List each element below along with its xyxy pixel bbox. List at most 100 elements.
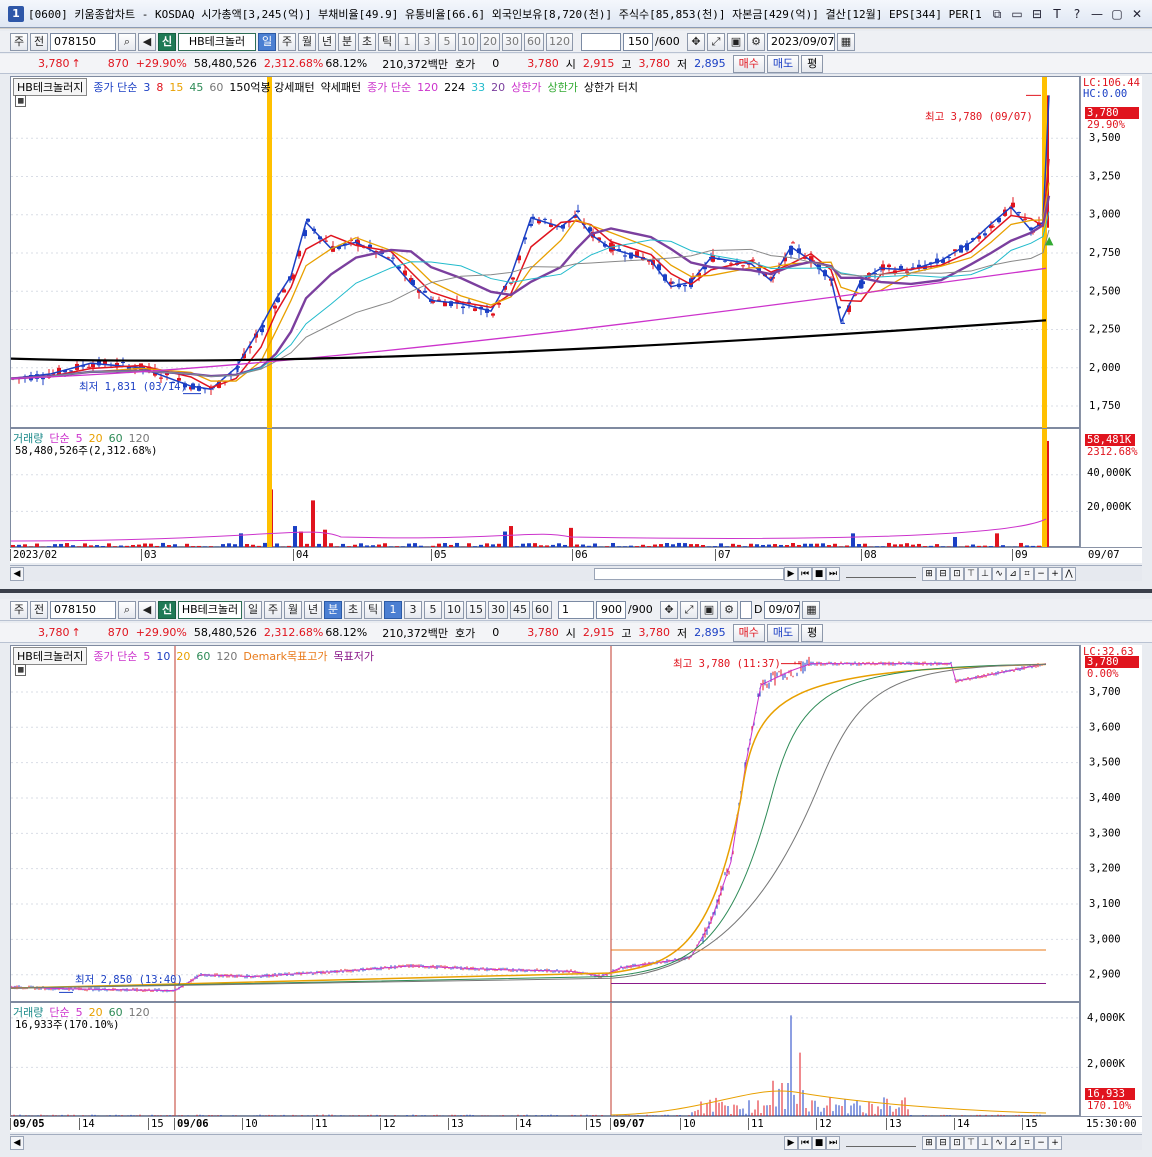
period-week[interactable]: 주 (278, 32, 296, 51)
draw-tool-icon[interactable]: ⤢ (707, 32, 725, 51)
minute-volume-chart[interactable]: 거래량 단순 5 20 60 120 16,933주(170.10%) (10, 1002, 1081, 1117)
crosshair-icon[interactable]: ✥ (687, 32, 705, 51)
interval-1[interactable]: 1 (398, 32, 416, 51)
tool-icon[interactable]: ⊞ (922, 1135, 936, 1150)
search-icon[interactable]: ⌕ (118, 32, 136, 51)
stop-icon[interactable]: ■ (812, 566, 826, 581)
date-input[interactable]: 2023/09/07 (767, 32, 835, 51)
period-month[interactable]: 월 (284, 600, 302, 619)
period-day[interactable]: 일 (244, 600, 262, 619)
forward-icon[interactable]: ⏭ (826, 1135, 840, 1150)
period-month[interactable]: 월 (298, 32, 316, 51)
tool-icon[interactable]: ⊟ (936, 1135, 950, 1150)
scroll-left-icon[interactable]: ◀ (10, 566, 24, 581)
interval-30[interactable]: 30 (488, 600, 508, 619)
zoom-slider[interactable] (846, 1139, 916, 1147)
scroll-right-icon[interactable]: ▶ (784, 1135, 798, 1150)
tool-icon[interactable]: ⊟ (936, 566, 950, 581)
rewind-icon[interactable]: ⏮ (798, 1135, 812, 1150)
interval-60[interactable]: 60 (532, 600, 552, 619)
legend-stock-box[interactable]: HB테크놀러지 (13, 647, 88, 665)
forward-icon[interactable]: ⏭ (826, 566, 840, 581)
save-icon[interactable]: ▣ (700, 600, 718, 619)
zoom-in-icon[interactable]: + (1048, 1135, 1062, 1150)
buy-button[interactable]: 매수 (732, 54, 765, 73)
tool-icon[interactable]: ⊿ (1006, 566, 1020, 581)
daily-scrollbar[interactable]: ◀ ▶ ⏮ ■ ⏭ ⊞ ⊟ ⊡ ⊤ ⊥ ∿ ⊿ ⌗ − + ⋀ (10, 565, 1142, 581)
stop-icon[interactable]: ■ (812, 1135, 826, 1150)
calendar-icon[interactable]: ▦ (837, 32, 855, 51)
interval-1[interactable]: 1 (384, 600, 402, 619)
period-year[interactable]: 년 (304, 600, 322, 619)
speaker-icon[interactable]: ◀ (138, 600, 156, 619)
daily-price-chart[interactable]: ▲ HB테크놀러지 종가 단순 3 8 15 45 60 150억봉 강세패턴 … (10, 76, 1081, 429)
interval-120[interactable]: 120 (546, 32, 573, 51)
period-year[interactable]: 년 (318, 32, 336, 51)
minute-scrollbar[interactable]: ◀ ▶ ⏮ ■ ⏭ ⊞ ⊟ ⊡ ⊤ ⊥ ∿ ⊿ ⌗ − + (10, 1134, 1142, 1150)
tool-icon[interactable]: ⊡ (950, 1135, 964, 1150)
interval-input[interactable]: 1 (558, 600, 594, 619)
zoom-in-icon[interactable]: + (1048, 566, 1062, 581)
avg-button[interactable]: 평 (801, 54, 824, 73)
interval-30[interactable]: 30 (502, 32, 522, 51)
tool-icon[interactable]: ⊥ (978, 566, 992, 581)
stock-name-field[interactable]: HB테크놀러 (178, 32, 256, 51)
bar-count-input[interactable]: 150 (623, 32, 653, 51)
crosshair-icon[interactable]: ✥ (660, 600, 678, 619)
period-tick[interactable]: 틱 (378, 32, 396, 51)
settings-icon[interactable]: ⚙ (747, 32, 765, 51)
help-icon[interactable]: ? (1068, 5, 1086, 23)
tool-icon[interactable]: ⌗ (1020, 566, 1034, 581)
period-second[interactable]: 초 (344, 600, 362, 619)
close-button[interactable]: ✕ (1128, 5, 1146, 23)
maximize-button[interactable]: ▢ (1108, 5, 1126, 23)
scroll-thumb[interactable] (594, 567, 784, 580)
stock-code-input[interactable]: 078150 (50, 600, 116, 619)
interval-45[interactable]: 45 (510, 600, 530, 619)
zoom-slider[interactable] (846, 570, 916, 578)
tool-icon[interactable]: ⊿ (1006, 1135, 1020, 1150)
period-day[interactable]: 일 (258, 32, 276, 51)
prev-button[interactable]: 전 (30, 32, 48, 51)
tool-icon[interactable]: ⊤ (964, 1135, 978, 1150)
minute-price-chart[interactable]: HB테크놀러지 종가 단순 5 10 20 60 120 Demark목표고가 … (10, 645, 1081, 1003)
tool-icon[interactable]: ⌗ (1020, 1135, 1034, 1150)
stock-code-input[interactable]: 078150 (50, 32, 116, 51)
period-minute[interactable]: 분 (338, 32, 356, 51)
period-tick[interactable]: 틱 (364, 600, 382, 619)
table-icon[interactable]: ▦ (15, 95, 27, 107)
period-minute[interactable]: 분 (324, 600, 342, 619)
scroll-right-icon[interactable]: ▶ (784, 566, 798, 581)
scroll-left-icon[interactable]: ◀ (10, 1135, 24, 1150)
save-icon[interactable]: ▣ (727, 32, 745, 51)
draw-tool-icon[interactable]: ⤢ (680, 600, 698, 619)
market-select[interactable]: 주 (10, 32, 28, 51)
speaker-icon[interactable]: ◀ (138, 32, 156, 51)
collapse-icon[interactable]: ⋀ (1062, 566, 1076, 581)
tool-icon[interactable]: ∿ (992, 566, 1006, 581)
interval-3[interactable]: 3 (418, 32, 436, 51)
interval-10[interactable]: 10 (444, 600, 464, 619)
calendar-icon[interactable]: ▦ (802, 600, 821, 619)
market-select[interactable]: 주 (10, 600, 28, 619)
prev-button[interactable]: 전 (30, 600, 48, 619)
tool-icon[interactable]: ⊡ (950, 566, 964, 581)
tool-icon[interactable]: ⊥ (978, 1135, 992, 1150)
split-icon[interactable]: ⊟ (1028, 5, 1046, 23)
legend-stock-box[interactable]: HB테크놀러지 (13, 78, 88, 96)
tool-icon[interactable]: ⊞ (922, 566, 936, 581)
daily-volume-chart[interactable]: 거래량 단순 5 20 60 120 58,480,526주(2,312.68%… (10, 428, 1081, 548)
interval-input[interactable] (581, 32, 621, 51)
period-second[interactable]: 초 (358, 32, 376, 51)
bar-count-input[interactable]: 900 (596, 600, 626, 619)
search-icon[interactable]: ⌕ (118, 600, 136, 619)
tool-icon[interactable]: ⊤ (964, 566, 978, 581)
interval-20[interactable]: 20 (480, 32, 500, 51)
rewind-icon[interactable]: ⏮ (798, 566, 812, 581)
sell-button[interactable]: 매도 (766, 54, 800, 73)
date-input[interactable]: 09/07 (764, 600, 801, 619)
date-checkbox[interactable] (740, 600, 752, 619)
interval-15[interactable]: 15 (466, 600, 486, 619)
zoom-out-icon[interactable]: − (1034, 566, 1048, 581)
sell-button[interactable]: 매도 (766, 623, 800, 642)
